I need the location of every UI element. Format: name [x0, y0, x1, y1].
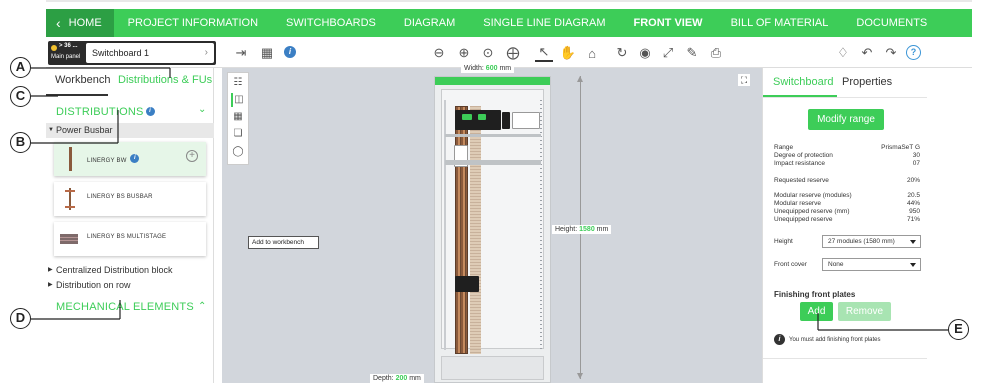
callout-c: C: [10, 86, 31, 107]
callout-b: B: [10, 132, 31, 153]
callout-a: A: [10, 57, 31, 78]
callout-e: E: [948, 319, 969, 340]
callout-d: D: [10, 308, 31, 329]
callout-leaders: [31, 67, 948, 331]
